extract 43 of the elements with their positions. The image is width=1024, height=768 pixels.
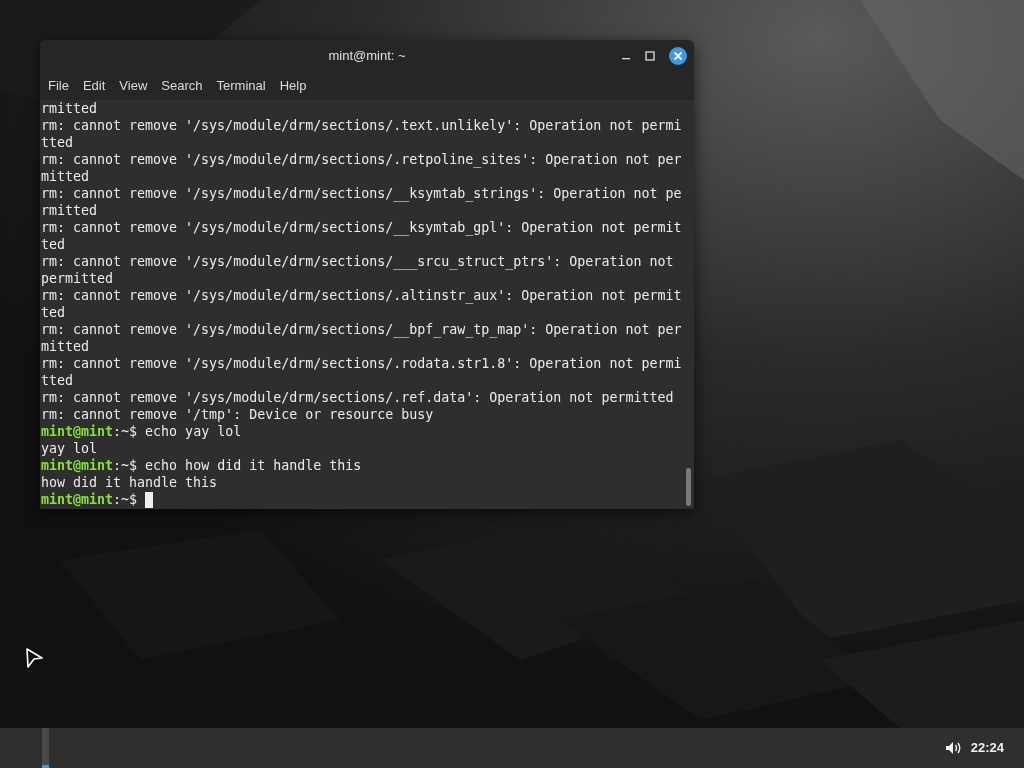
output-line: rm: cannot remove '/sys/module/drm/sections/.ref.data': Operation not permitted (41, 390, 674, 405)
output-line: rm: cannot remove '/sys/module/drm/sections/.retpoline_sites': Operation not per (41, 152, 682, 167)
maximize-icon[interactable] (645, 51, 655, 61)
window-title: mint@mint: ~ (328, 47, 406, 66)
output-line: rm: cannot remove '/sys/module/drm/sections/.rodata.str1.8': Operation not permi (41, 356, 682, 371)
output-line: mitted (41, 169, 90, 184)
prompt-user: mint@mint (41, 491, 114, 508)
menu-item[interactable]: Terminal (211, 76, 271, 96)
clock[interactable]: 22:24 (970, 738, 1004, 758)
menu-item[interactable]: Edit (77, 76, 111, 96)
output-line: tted (41, 135, 74, 150)
prompt-path: :~$ (113, 491, 138, 508)
output-line: rmitted (41, 203, 98, 218)
pointer-icon (25, 647, 44, 669)
output-line: yay lol (41, 441, 98, 456)
menu-item[interactable]: Search (156, 76, 208, 96)
output-line: rm: cannot remove '/sys/module/drm/sections/___srcu_struct_ptrs': Operation not (41, 254, 674, 269)
close-icon[interactable] (669, 47, 687, 65)
output-line: ted (41, 237, 66, 252)
command-text: echo how did it handle this (145, 457, 362, 474)
output-line: rm: cannot remove '/tmp': Device or resource busy (41, 407, 434, 422)
command-text: echo yay lol (145, 423, 242, 440)
output-line: ted (41, 305, 66, 320)
menu-item[interactable]: Help (274, 76, 312, 96)
volume-icon[interactable] (944, 741, 962, 755)
output-line: rm: cannot remove '/sys/module/drm/sections/__ksymtab_strings': Operation not pe (41, 186, 682, 201)
prompt-path: :~$ (113, 457, 138, 474)
output-line: rmitted (41, 101, 98, 116)
output-line: rm: cannot remove '/sys/module/drm/sections/__bpf_raw_tp_map': Operation not per (41, 322, 682, 337)
menu-item[interactable]: File (43, 76, 74, 96)
output-line: rm: cannot remove '/sys/module/drm/sections/.altinstr_aux': Operation not permit (41, 288, 682, 303)
menu-item[interactable]: View (114, 76, 153, 96)
window-button[interactable] (42, 728, 49, 768)
output-line: permitted (41, 271, 114, 286)
output-line: mitted (41, 339, 90, 354)
output-line: how did it handle this (41, 475, 218, 490)
output-line: tted (41, 373, 74, 388)
scrollbar-thumb[interactable] (686, 468, 691, 506)
prompt-user: mint@mint (41, 457, 114, 474)
prompt-path: :~$ (113, 423, 138, 440)
output-line: rm: cannot remove '/sys/module/drm/sections/__ksymtab_gpl': Operation not permit (41, 220, 682, 235)
output-line: rm: cannot remove '/sys/module/drm/sections/.text.unlikely': Operation not permi (41, 118, 682, 133)
prompt-user: mint@mint (41, 423, 114, 440)
